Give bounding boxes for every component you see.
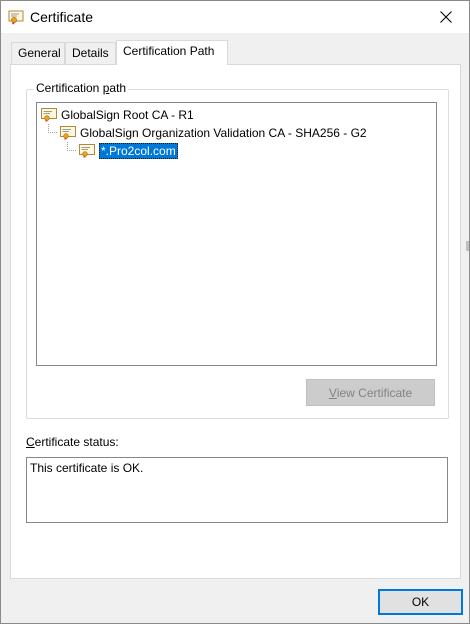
- certificate-status-text[interactable]: This certificate is OK.: [26, 457, 448, 523]
- tree-connector: [48, 132, 57, 133]
- certificate-icon: [41, 108, 57, 122]
- tab-details[interactable]: Details: [65, 42, 116, 64]
- close-button[interactable]: [423, 1, 469, 32]
- tab-certification-path[interactable]: Certification Path: [116, 40, 228, 65]
- certification-path-label: Certification path: [34, 81, 129, 95]
- certificate-icon: [8, 9, 24, 25]
- window-title: Certificate: [30, 9, 94, 25]
- title-bar: Certificate: [1, 1, 469, 33]
- tree-item-label: GlobalSign Organization Validation CA - …: [80, 126, 367, 140]
- certificate-icon: [79, 144, 95, 158]
- window-edge-marker: [466, 241, 469, 251]
- tab-general[interactable]: General: [11, 42, 65, 64]
- certification-path-tree[interactable]: GlobalSign Root CA - R1 GlobalSign Organ…: [36, 102, 437, 366]
- close-icon: [440, 10, 452, 23]
- tree-connector: [67, 150, 76, 151]
- certificate-icon: [60, 126, 76, 140]
- tree-item-leaf-selected[interactable]: *.Pro2col.com: [79, 142, 178, 160]
- tree-item-root[interactable]: GlobalSign Root CA - R1: [41, 106, 194, 124]
- tree-item-intermediate[interactable]: GlobalSign Organization Validation CA - …: [60, 124, 367, 142]
- tree-item-label: GlobalSign Root CA - R1: [61, 108, 194, 122]
- certificate-status-label: Certificate status:: [26, 435, 119, 449]
- ok-button[interactable]: OK: [378, 589, 463, 615]
- view-certificate-button[interactable]: View Certificate: [306, 379, 435, 406]
- certificate-dialog: Certificate General Details Certificatio…: [0, 0, 470, 624]
- tree-item-label: *.Pro2col.com: [99, 143, 178, 159]
